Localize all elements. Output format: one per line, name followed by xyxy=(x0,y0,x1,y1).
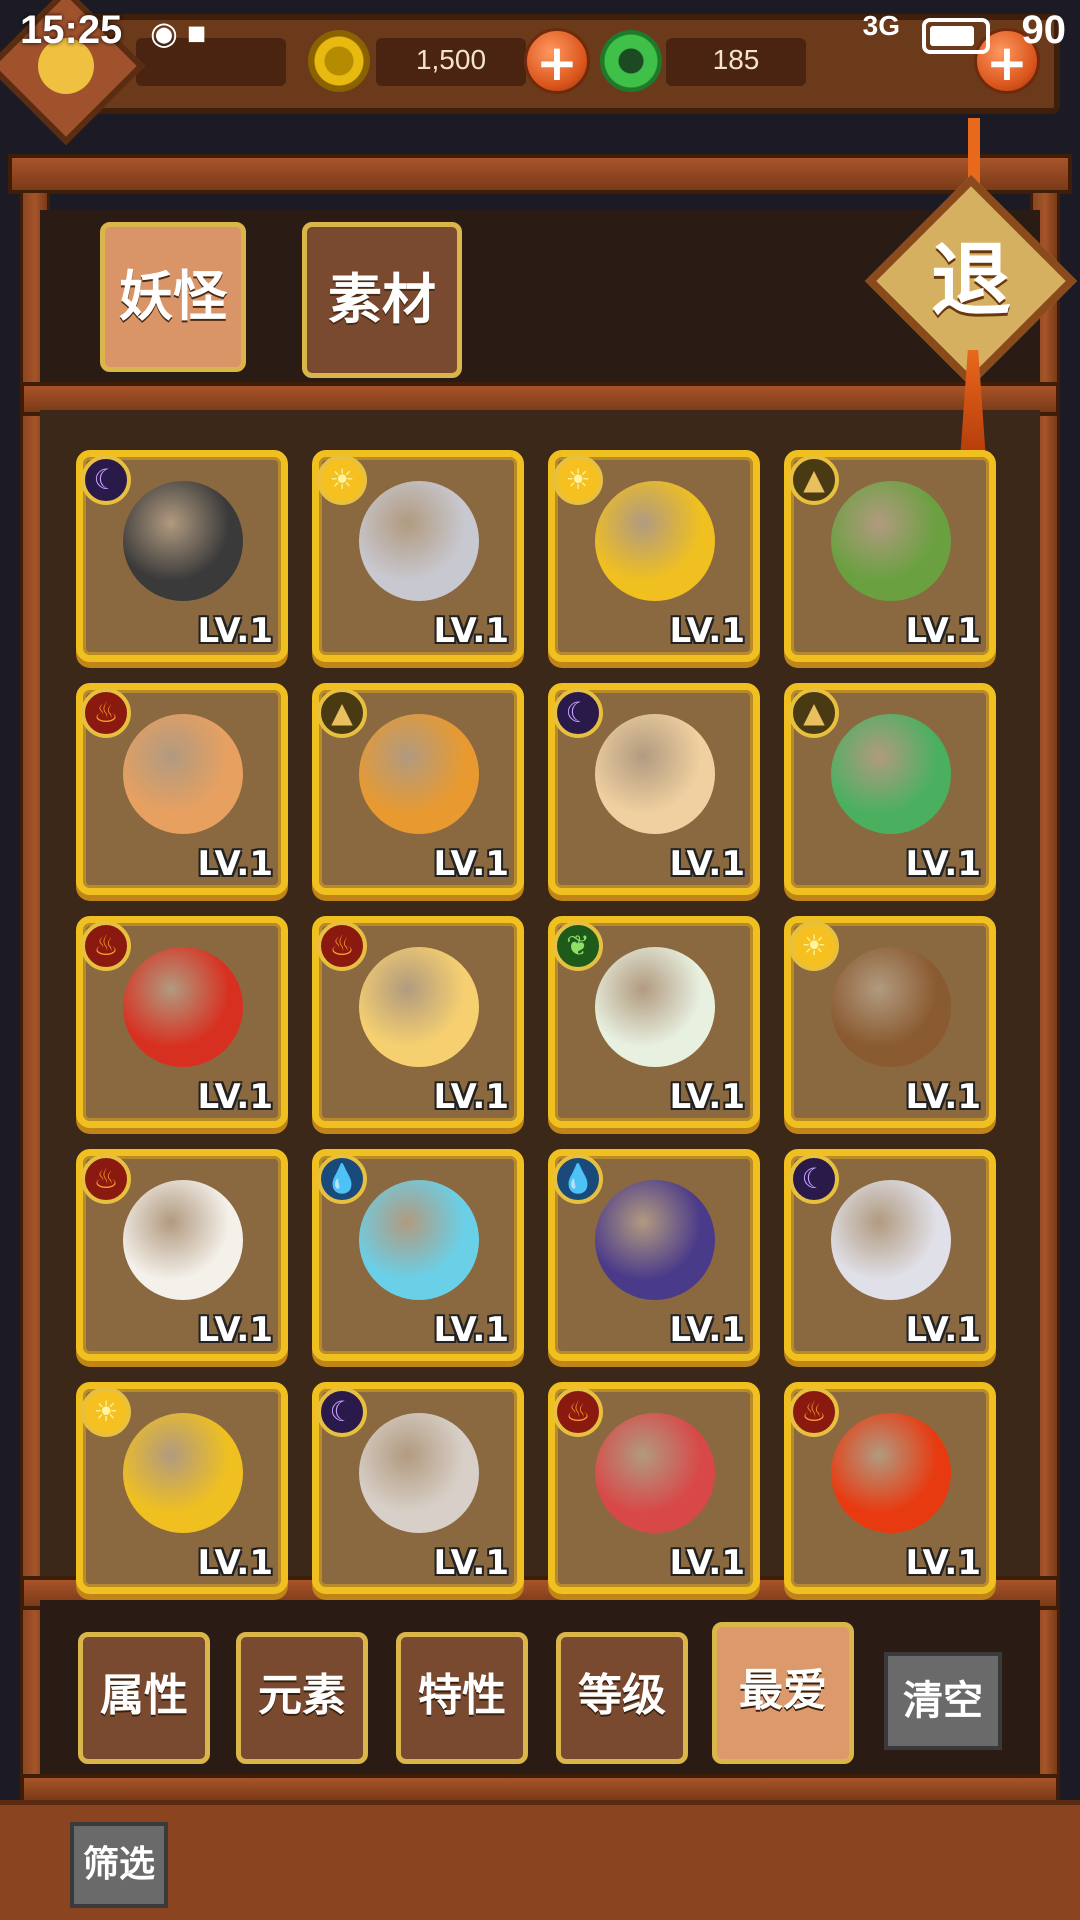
card-level-label: LV.1 xyxy=(433,1543,510,1583)
card-level-label: LV.1 xyxy=(669,611,746,651)
tab-monsters[interactable]: 妖怪 xyxy=(100,222,246,372)
fire-element-icon: ♨ xyxy=(81,921,131,971)
moon-element-icon: ☾ xyxy=(81,455,131,505)
monster-card[interactable]: ▲ LV.1 xyxy=(784,450,996,662)
boat-scholar-icon xyxy=(595,714,715,834)
sun-element-icon: ☀ xyxy=(789,921,839,971)
earth-element-icon: ▲ xyxy=(789,455,839,505)
purple-bag-icon xyxy=(595,1180,715,1300)
sun-element-icon: ☀ xyxy=(317,455,367,505)
screen-button[interactable]: 筛选 xyxy=(70,1822,168,1908)
green-blob-icon xyxy=(831,481,951,601)
monster-card[interactable]: ♨ LV.1 xyxy=(784,1382,996,1594)
card-level-label: LV.1 xyxy=(197,1310,274,1350)
lily-baby-icon xyxy=(595,947,715,1067)
monster-card[interactable]: 💧 LV.1 xyxy=(548,1149,760,1361)
card-level-label: LV.1 xyxy=(905,1310,982,1350)
card-level-label: LV.1 xyxy=(197,844,274,884)
monster-card[interactable]: ☾ LV.1 xyxy=(784,1149,996,1361)
astronaut-child-icon xyxy=(359,481,479,601)
fire-element-icon: ♨ xyxy=(553,1387,603,1437)
oni-mask-icon xyxy=(831,1180,951,1300)
status-bar: 15:25 ◉ ■ 3G 90 xyxy=(0,0,1080,68)
battery-percent: 90 xyxy=(1021,8,1067,52)
monster-card[interactable]: ♨ LV.1 xyxy=(312,916,524,1128)
monster-card[interactable]: ❦ LV.1 xyxy=(548,916,760,1128)
monster-card[interactable]: ☀ LV.1 xyxy=(548,450,760,662)
sun-element-icon: ☀ xyxy=(81,1387,131,1437)
fire-element-icon: ♨ xyxy=(81,688,131,738)
watermelon-ladybug-icon xyxy=(831,714,951,834)
fire-element-icon: ♨ xyxy=(317,921,367,971)
status-time: 15:25 xyxy=(20,8,123,52)
monster-card[interactable]: ☾ LV.1 xyxy=(548,683,760,895)
monster-card[interactable]: ♨ LV.1 xyxy=(76,916,288,1128)
gourd-chick-icon xyxy=(123,1413,243,1533)
water-element-icon: 💧 xyxy=(553,1154,603,1204)
red-yarn-ball-icon xyxy=(123,947,243,1067)
blue-crystal-icon xyxy=(359,1180,479,1300)
card-level-label: LV.1 xyxy=(197,611,274,651)
status-icons: ◉ ■ xyxy=(150,15,207,51)
earth-element-icon: ▲ xyxy=(789,688,839,738)
monster-card[interactable]: ☀ LV.1 xyxy=(76,1382,288,1594)
wooden-cage-icon xyxy=(359,1413,479,1533)
card-level-label: LV.1 xyxy=(433,1077,510,1117)
card-level-label: LV.1 xyxy=(197,1077,274,1117)
sun-element-icon: ☀ xyxy=(553,455,603,505)
monster-card[interactable]: ♨ LV.1 xyxy=(76,1149,288,1361)
monster-card[interactable]: ▲ LV.1 xyxy=(312,683,524,895)
fire-bird-icon xyxy=(831,1413,951,1533)
monster-card[interactable]: ☾ LV.1 xyxy=(312,1382,524,1594)
monster-card[interactable]: ☾ LV.1 xyxy=(76,450,288,662)
tab-materials[interactable]: 素材 xyxy=(302,222,462,378)
moon-element-icon: ☾ xyxy=(789,1154,839,1204)
network-type: 3G xyxy=(862,10,900,41)
monster-card[interactable]: ▲ LV.1 xyxy=(784,683,996,895)
cabinet-top-beam xyxy=(8,154,1072,194)
card-level-label: LV.1 xyxy=(669,844,746,884)
water-element-icon: 💧 xyxy=(317,1154,367,1204)
battery-icon xyxy=(922,18,990,54)
filter-element-button[interactable]: 元素 xyxy=(236,1632,368,1764)
card-level-label: LV.1 xyxy=(905,611,982,651)
card-level-label: LV.1 xyxy=(433,611,510,651)
monster-card[interactable]: 💧 LV.1 xyxy=(312,1149,524,1361)
filter-favorite-button[interactable]: 最爱 xyxy=(712,1622,854,1764)
fire-element-icon: ♨ xyxy=(81,1154,131,1204)
card-level-label: LV.1 xyxy=(197,1543,274,1583)
earth-element-icon: ▲ xyxy=(317,688,367,738)
ginkgo-branch-icon xyxy=(359,714,479,834)
gift-box-icon xyxy=(123,1180,243,1300)
fire-element-icon: ♨ xyxy=(789,1387,839,1437)
gold-ingot-icon xyxy=(595,481,715,601)
pot-hat-boy-icon xyxy=(123,481,243,601)
clear-button[interactable]: 清空 xyxy=(884,1652,1002,1750)
card-level-label: LV.1 xyxy=(905,844,982,884)
monster-card[interactable]: ☀ LV.1 xyxy=(784,916,996,1128)
card-level-label: LV.1 xyxy=(669,1077,746,1117)
coconut-drink-icon xyxy=(831,947,951,1067)
card-level-label: LV.1 xyxy=(433,1310,510,1350)
ingot-baby-icon xyxy=(359,947,479,1067)
card-level-label: LV.1 xyxy=(433,844,510,884)
card-level-label: LV.1 xyxy=(905,1543,982,1583)
monster-card[interactable]: ♨ LV.1 xyxy=(548,1382,760,1594)
exit-label[interactable]: 退 xyxy=(930,240,1012,322)
monster-card[interactable]: ♨ LV.1 xyxy=(76,683,288,895)
drum-chef-icon xyxy=(123,714,243,834)
card-level-label: LV.1 xyxy=(905,1077,982,1117)
moon-element-icon: ☾ xyxy=(553,688,603,738)
moon-element-icon: ☾ xyxy=(317,1387,367,1437)
filter-level-button[interactable]: 等级 xyxy=(556,1632,688,1764)
leaf-element-icon: ❦ xyxy=(553,921,603,971)
monster-card[interactable]: ☀ LV.1 xyxy=(312,450,524,662)
filter-attribute-button[interactable]: 属性 xyxy=(78,1632,210,1764)
red-pipe-girl-icon xyxy=(595,1413,715,1533)
filter-trait-button[interactable]: 特性 xyxy=(396,1632,528,1764)
card-level-label: LV.1 xyxy=(669,1543,746,1583)
card-level-label: LV.1 xyxy=(669,1310,746,1350)
